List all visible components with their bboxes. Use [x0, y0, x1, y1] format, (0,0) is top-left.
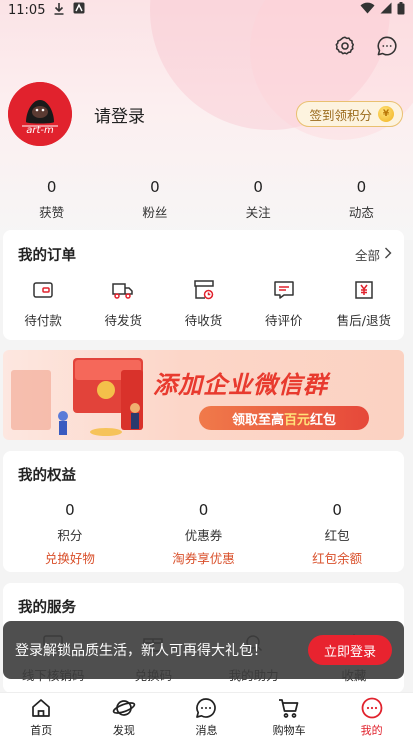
order-after-sale[interactable]: 售后/退货 [324, 278, 404, 329]
right-sub: 红包余额 [312, 551, 363, 566]
planet-icon [112, 696, 136, 720]
header-actions [333, 34, 399, 58]
yen-receipt-icon [352, 278, 376, 302]
wechat-group-banner[interactable]: 添加企业微信群 领取至高 百元 红包 [3, 350, 404, 440]
tab-label: 我的 [360, 723, 383, 737]
order-item-label: 售后/退货 [336, 313, 392, 328]
checkin-label: 签到领积分 [309, 107, 372, 123]
tab-cart[interactable]: 购物车 [248, 693, 331, 740]
truck-icon [111, 278, 135, 302]
right-value: 0 [65, 501, 75, 519]
banner-pill-highlight: 百元 [283, 412, 310, 428]
right-sub: 淘券享优惠 [172, 551, 235, 566]
tab-messages[interactable]: 消息 [165, 693, 248, 740]
order-pending-review[interactable]: 待评价 [244, 278, 324, 329]
profile-icon [360, 696, 384, 720]
login-now-button[interactable]: 立即登录 [307, 635, 392, 665]
orders-title: 我的订单 [18, 248, 76, 264]
order-item-label: 待评价 [264, 313, 303, 328]
tab-label: 发现 [112, 723, 135, 737]
banner-pill-pre: 领取至高 [231, 412, 284, 428]
right-label: 积分 [57, 528, 83, 543]
right-points[interactable]: 0 积分 兑换好物 [3, 501, 137, 567]
order-item-label: 待发货 [104, 313, 143, 328]
order-pending-receipt[interactable]: 待收货 [163, 278, 243, 329]
box-clock-icon [192, 278, 216, 302]
home-icon [29, 696, 53, 720]
checkin-button[interactable]: 签到领积分 ¥ [296, 101, 403, 127]
order-status-row: 待付款 待发货 待收货 待评价 售后/退货 [3, 278, 404, 329]
right-value: 0 [332, 501, 342, 519]
stat-label: 关注 [245, 205, 271, 220]
chevron-right-icon [384, 247, 392, 262]
stat-label: 获赞 [39, 205, 65, 220]
wallet-card-icon [31, 278, 55, 302]
stat-fans[interactable]: 0 粉丝 [103, 178, 206, 222]
cart-icon [277, 696, 301, 720]
signal-icon [380, 2, 392, 18]
stat-posts[interactable]: 0 动态 [310, 178, 413, 222]
tab-home[interactable]: 首页 [0, 693, 83, 740]
download-icon [53, 2, 65, 19]
toast-message: 登录解锁品质生活，新人可再得大礼包！ [15, 643, 267, 659]
avatar[interactable]: art-m [8, 82, 72, 146]
right-coupons[interactable]: 0 优惠券 淘券享优惠 [137, 501, 271, 567]
rights-row: 0 积分 兑换好物 0 优惠券 淘券享优惠 0 红包 红包余额 [3, 501, 404, 567]
stat-following[interactable]: 0 关注 [207, 178, 310, 222]
tab-discover[interactable]: 发现 [83, 693, 166, 740]
settings-gear-icon[interactable] [333, 34, 357, 58]
right-red-packet[interactable]: 0 红包 红包余额 [270, 501, 404, 567]
login-prompt[interactable]: 请登录 [94, 102, 145, 127]
stat-value: 0 [356, 178, 367, 196]
app-notification-icon [73, 2, 85, 18]
status-time: 11:05 [8, 2, 46, 18]
order-item-label: 待付款 [24, 313, 62, 328]
stat-value: 0 [150, 178, 160, 196]
order-pending-shipment[interactable]: 待发货 [83, 278, 163, 329]
stat-value: 0 [253, 178, 263, 196]
message-bubble-icon[interactable] [375, 34, 399, 58]
banner-pill-post: 红包 [310, 412, 337, 428]
right-sub: 兑换好物 [44, 551, 95, 566]
order-item-label: 待收货 [184, 313, 223, 328]
services-title: 我的服务 [18, 600, 76, 616]
orders-card: 我的订单 全部 待付款 待发货 待收货 待评价 售后/退货 [3, 230, 404, 340]
right-label: 红包 [324, 528, 350, 543]
profile-section: art-m 请登录 签到领积分 ¥ [8, 82, 405, 146]
stat-likes[interactable]: 0 获赞 [0, 178, 103, 222]
banner-pill: 领取至高 百元 红包 [199, 406, 369, 430]
stat-label: 粉丝 [142, 205, 168, 220]
orders-all-label: 全部 [354, 248, 380, 263]
bottom-tab-bar: 首页 发现 消息 购物车 我的 [0, 692, 413, 740]
wifi-icon [360, 2, 375, 18]
order-pending-payment[interactable]: 待付款 [3, 278, 83, 329]
tab-label: 购物车 [272, 723, 306, 737]
banner-title: 添加企业微信群 [153, 371, 328, 399]
tab-label: 消息 [195, 723, 218, 737]
orders-all-link[interactable]: 全部 [355, 245, 392, 264]
rights-title: 我的权益 [18, 468, 76, 484]
tab-label: 首页 [30, 723, 53, 737]
battery-icon [397, 1, 405, 19]
right-label: 优惠券 [184, 528, 223, 543]
tab-profile[interactable]: 我的 [330, 693, 413, 740]
comment-icon [272, 278, 296, 302]
avatar-logo-text: art-m [26, 125, 54, 136]
status-bar: 11:05 [0, 0, 413, 20]
stat-value: 0 [46, 178, 57, 196]
stat-label: 动态 [348, 205, 374, 220]
login-toast: 登录解锁品质生活，新人可再得大礼包！ 立即登录 [3, 621, 404, 679]
rights-card: 我的权益 0 积分 兑换好物 0 优惠券 淘券享优惠 0 红包 红包余额 [3, 451, 404, 572]
banner-illustration [11, 358, 143, 436]
message-icon [194, 696, 218, 720]
social-stats: 0 获赞 0 粉丝 0 关注 0 动态 [0, 178, 413, 222]
right-value: 0 [198, 501, 209, 519]
coin-icon: ¥ [378, 106, 394, 122]
